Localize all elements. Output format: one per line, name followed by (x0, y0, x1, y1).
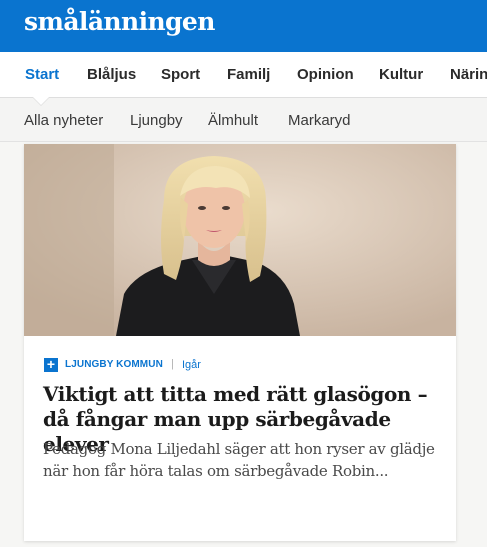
nav-item-blaljus[interactable]: Blåljus (87, 66, 136, 83)
nav-item-kultur[interactable]: Kultur (379, 66, 423, 83)
nav-item-sport[interactable]: Sport (161, 66, 200, 83)
article-image[interactable] (24, 144, 456, 336)
sub-nav: Alla nyheter Ljungby Älmhult Markaryd (0, 97, 487, 142)
nav-item-start[interactable]: Start (25, 66, 59, 83)
meta-separator: | (171, 358, 174, 370)
subnav-item-alla-nyheter[interactable]: Alla nyheter (24, 112, 103, 129)
published-time: Igår (182, 359, 201, 371)
nav-item-opinion[interactable]: Opinion (297, 66, 354, 83)
article-lede: Pedagog Mona Liljedahl säger att hon rys… (43, 440, 435, 480)
active-indicator (33, 97, 49, 105)
subnav-item-almhult[interactable]: Älmhult (208, 112, 258, 129)
subnav-item-ljungby[interactable]: Ljungby (130, 112, 183, 129)
plus-icon: + (44, 357, 58, 372)
site-logo[interactable]: smålänningen (24, 7, 215, 36)
main-nav: Start Blåljus Sport Familj Opinion Kultu… (0, 52, 487, 98)
subnav-item-markaryd[interactable]: Markaryd (288, 112, 351, 129)
article-card[interactable]: + LJUNGBY KOMMUN | Igår Viktigt att titt… (24, 144, 456, 541)
section-label[interactable]: LJUNGBY KOMMUN (65, 359, 163, 370)
nav-item-naringsliv[interactable]: Närin (450, 66, 487, 83)
nav-item-familj[interactable]: Familj (227, 66, 270, 83)
site-header: smålänningen (0, 0, 487, 52)
